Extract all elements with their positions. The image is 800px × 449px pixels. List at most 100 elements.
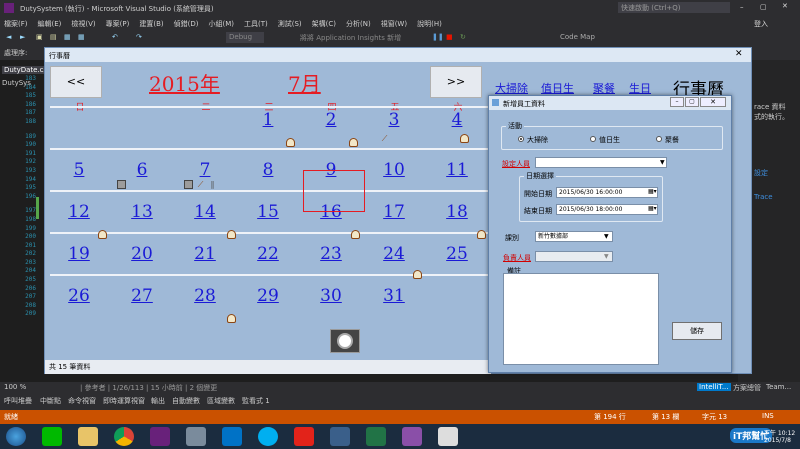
right-panel-link[interactable]: 設定 (754, 168, 768, 178)
link-birthday[interactable]: 生日 (629, 80, 651, 96)
tab-autos[interactable]: 自動變數 (172, 396, 200, 406)
calendar-day[interactable]: 27 (127, 286, 157, 306)
menu-analyze[interactable]: 分析(N) (346, 19, 371, 29)
maximize-icon[interactable]: ▢ (760, 3, 767, 11)
start-date-field[interactable]: 2015/06/30 16:00:00 (556, 187, 658, 198)
cat-app-icon[interactable] (402, 427, 422, 446)
end-date-picker-icon[interactable]: ▦▾ (648, 205, 657, 212)
calendar-day[interactable]: 13 (127, 202, 157, 222)
menu-tools[interactable]: 工具(T) (244, 19, 268, 29)
calendar-day[interactable]: 26 (64, 286, 94, 306)
radio-duty[interactable]: 值日生 (590, 135, 620, 145)
right-panel-link[interactable]: Trace (754, 193, 773, 201)
calendar-day[interactable]: 25 (442, 244, 472, 264)
department-dropdown-icon[interactable]: ▼ (604, 233, 609, 240)
calendar-day[interactable]: 3 (379, 110, 409, 130)
tab-breakpoints[interactable]: 中斷點 (40, 396, 61, 406)
dialog-maximize-icon[interactable]: ▢ (685, 97, 699, 107)
menu-file[interactable]: 檔案(F) (4, 19, 28, 29)
tab-call-stack[interactable]: 呼叫堆疊 (4, 396, 32, 406)
calendar-day[interactable]: 22 (253, 244, 283, 264)
calendar-day[interactable]: 10 (379, 160, 409, 180)
menu-test[interactable]: 測試(S) (278, 19, 302, 29)
file-explorer-icon[interactable] (78, 427, 98, 446)
undo-icon[interactable]: ↶ (112, 33, 118, 41)
link-cleanup[interactable]: 大掃除 (495, 80, 528, 96)
sign-in-link[interactable]: 登入 (754, 19, 768, 29)
forward-icon[interactable]: ► (20, 33, 25, 41)
excel-icon[interactable] (366, 427, 386, 446)
minimize-icon[interactable]: – (740, 3, 744, 11)
calendar-day[interactable]: 18 (442, 202, 472, 222)
assign-select[interactable] (535, 157, 667, 168)
tab-locals[interactable]: 區域變數 (207, 396, 235, 406)
menu-team[interactable]: 小組(M) (208, 19, 234, 29)
next-month-button[interactable]: >> (430, 66, 482, 98)
menu-window[interactable]: 視窗(W) (381, 19, 407, 29)
calendar-day[interactable]: 19 (64, 244, 94, 264)
menu-debug[interactable]: 偵錯(D) (174, 19, 199, 29)
note-textarea[interactable] (503, 273, 659, 365)
calendar-day[interactable]: 24 (379, 244, 409, 264)
clock-date[interactable]: 2015/7/8 (764, 437, 791, 444)
end-date-field[interactable]: 2015/06/30 18:00:00 (556, 204, 658, 215)
calendar-day[interactable]: 4 (442, 110, 472, 130)
calendar-day[interactable]: 12 (64, 202, 94, 222)
save-all-icon[interactable]: ▦ (78, 33, 85, 41)
department-select[interactable]: 新竹數據部 (535, 231, 613, 242)
save-icon[interactable]: ▦ (64, 33, 71, 41)
year-title[interactable]: 2015年 (149, 68, 220, 97)
save-button[interactable]: 儲存 (672, 322, 722, 340)
month-title[interactable]: 7月 (288, 68, 321, 97)
panel-tab-intellitrace[interactable]: IntelliT... (697, 383, 731, 391)
calendar-day[interactable]: 17 (379, 202, 409, 222)
camera-icon[interactable] (330, 329, 360, 353)
configuration-select[interactable]: Debug (226, 32, 264, 43)
menu-help[interactable]: 說明(H) (417, 19, 442, 29)
tab-watch[interactable]: 監看式 1 (242, 396, 270, 406)
close-icon[interactable]: ✕ (782, 2, 788, 10)
outlook-icon[interactable] (222, 427, 242, 446)
chrome-icon[interactable] (114, 427, 134, 446)
open-folder-icon[interactable]: ▤ (50, 33, 57, 41)
radio-cleanup[interactable]: 大掃除 (518, 135, 548, 145)
pause-icon[interactable]: ❚❚ (432, 33, 444, 41)
start-button-icon[interactable] (6, 427, 26, 446)
line-icon[interactable] (42, 427, 62, 446)
calculator-icon[interactable] (438, 427, 458, 446)
assign-dropdown-icon[interactable]: ▼ (660, 159, 665, 166)
tab-immediate[interactable]: 即時運算視窗 (103, 396, 145, 406)
calendar-close-icon[interactable]: ✕ (735, 49, 743, 59)
calendar-day[interactable]: 21 (190, 244, 220, 264)
dialog-close-icon[interactable]: ✕ (700, 97, 726, 107)
calendar-day[interactable]: 6 (127, 160, 157, 180)
radio-dinner-indicator[interactable] (656, 136, 662, 142)
menu-project[interactable]: 專案(P) (106, 19, 130, 29)
app-insights-button[interactable]: 將將 Application Insights 新增 (300, 33, 401, 43)
prev-month-button[interactable]: << (50, 66, 102, 98)
calendar-day[interactable]: 8 (253, 160, 283, 180)
start-date-picker-icon[interactable]: ▦▾ (648, 188, 657, 195)
panel-tab-solution[interactable]: 方案總管 (733, 383, 761, 393)
skype-icon[interactable] (258, 427, 278, 446)
calendar-day[interactable]: 7 (190, 160, 220, 180)
calendar-day[interactable]: 29 (253, 286, 283, 306)
calendar-day[interactable]: 20 (127, 244, 157, 264)
tab-output[interactable]: 輸出 (151, 396, 165, 406)
tools-icon[interactable] (186, 427, 206, 446)
menu-edit[interactable]: 編輯(E) (38, 19, 62, 29)
calendar-day[interactable]: 28 (190, 286, 220, 306)
tab-command-window[interactable]: 命令視窗 (68, 396, 96, 406)
calendar-day[interactable]: 11 (442, 160, 472, 180)
link-dinner[interactable]: 聚餐 (593, 80, 615, 96)
clock-time[interactable]: 下午 10:12 (764, 428, 795, 437)
owner-select[interactable] (535, 251, 613, 262)
owner-dropdown-icon[interactable]: ▼ (604, 253, 609, 260)
calendar-day[interactable]: 1 (253, 110, 283, 130)
acrobat-icon[interactable] (294, 427, 314, 446)
connect-icon[interactable] (330, 427, 350, 446)
doc-tab[interactable]: DutyDate.cs (2, 66, 50, 74)
calendar-day[interactable]: 14 (190, 202, 220, 222)
panel-tab-team[interactable]: Team... (766, 383, 791, 391)
stop-icon[interactable]: ■ (446, 33, 453, 41)
